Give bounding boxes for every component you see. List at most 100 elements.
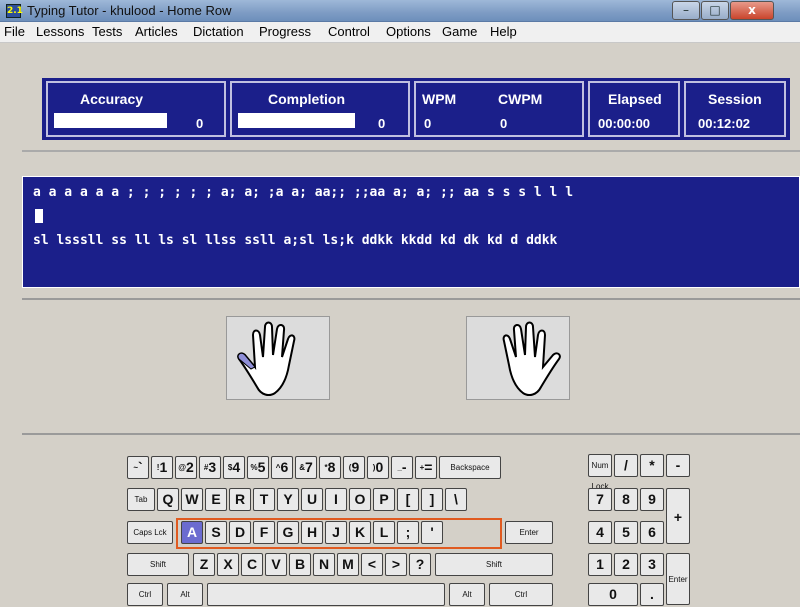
key-label: 0: [375, 459, 384, 475]
key-num-row[interactable]: &7: [295, 456, 317, 479]
elapsed-label: Elapsed: [608, 91, 662, 107]
key-spacebar[interactable]: [207, 583, 445, 606]
key-period[interactable]: >: [385, 553, 407, 576]
key-num-row[interactable]: !1: [151, 456, 173, 479]
menu-lessons[interactable]: Lessons: [36, 24, 84, 39]
key-num-row[interactable]: %5: [247, 456, 269, 479]
key-backslash[interactable]: \: [445, 488, 467, 511]
menu-dictation[interactable]: Dictation: [193, 24, 244, 39]
key-num-decimal[interactable]: .: [640, 583, 664, 606]
key-num-row[interactable]: (9: [343, 456, 365, 479]
completion-bar: [238, 113, 355, 128]
key-tab[interactable]: Tab: [127, 488, 155, 511]
key-num-divide[interactable]: /: [614, 454, 638, 477]
menu-progress[interactable]: Progress: [259, 24, 311, 39]
key-num-2[interactable]: 2: [614, 553, 638, 576]
key-num-row[interactable]: *8: [319, 456, 341, 479]
key-num-row[interactable]: @2: [175, 456, 197, 479]
key-label: 2: [186, 459, 194, 475]
key-label: 8: [327, 459, 336, 475]
minimize-button[interactable]: –: [672, 1, 700, 20]
key-right-alt[interactable]: Alt: [449, 583, 485, 606]
menu-game[interactable]: Game: [442, 24, 477, 39]
key-b[interactable]: B: [289, 553, 311, 576]
key-p[interactable]: P: [373, 488, 395, 511]
key-label: =: [424, 459, 433, 475]
key-num-9[interactable]: 9: [640, 488, 664, 511]
window-title: Typing Tutor - khulood - Home Row: [27, 3, 232, 18]
key-left-bracket[interactable]: [: [397, 488, 419, 511]
menu-help[interactable]: Help: [490, 24, 517, 39]
key-num-row[interactable]: )0: [367, 456, 389, 479]
key-num-3[interactable]: 3: [640, 553, 664, 576]
key-left-ctrl[interactable]: Ctrl: [127, 583, 163, 606]
key-r[interactable]: R: [229, 488, 251, 511]
key-i[interactable]: I: [325, 488, 347, 511]
key-num-8[interactable]: 8: [614, 488, 638, 511]
key-left-shift[interactable]: Shift: [127, 553, 189, 576]
elapsed-box: Elapsed 00:00:00: [588, 81, 680, 137]
menu-tests[interactable]: Tests: [92, 24, 122, 39]
stats-panel: Accuracy 0 Completion 0 WPM 0 CWPM 0 Ela…: [42, 78, 790, 140]
key-num-4[interactable]: 4: [588, 521, 612, 544]
key-num-row[interactable]: ^6: [271, 456, 293, 479]
key-num-row[interactable]: _-: [391, 456, 413, 479]
key-x[interactable]: X: [217, 553, 239, 576]
key-right-bracket[interactable]: ]: [421, 488, 443, 511]
key-num-7[interactable]: 7: [588, 488, 612, 511]
key-v[interactable]: V: [265, 553, 287, 576]
menu-options[interactable]: Options: [386, 24, 431, 39]
key-num-0[interactable]: 0: [588, 583, 638, 606]
key-w[interactable]: W: [181, 488, 203, 511]
key-num-row[interactable]: +=: [415, 456, 437, 479]
key-left-alt[interactable]: Alt: [167, 583, 203, 606]
close-button[interactable]: x: [730, 1, 774, 20]
key-num-1[interactable]: 1: [588, 553, 612, 576]
key-num-6[interactable]: 6: [640, 521, 664, 544]
key-num-lock[interactable]: Num Lock: [588, 454, 612, 491]
key-backspace[interactable]: Backspace: [439, 456, 501, 479]
key-enter[interactable]: Enter: [505, 521, 553, 544]
key-t[interactable]: T: [253, 488, 275, 511]
key-m[interactable]: M: [337, 553, 359, 576]
key-o[interactable]: O: [349, 488, 371, 511]
key-num-row[interactable]: #3: [199, 456, 221, 479]
maximize-button[interactable]: □: [701, 1, 729, 20]
key-q[interactable]: Q: [157, 488, 179, 511]
key-c[interactable]: C: [241, 553, 263, 576]
key-num-5[interactable]: 5: [614, 521, 638, 544]
menu-control[interactable]: Control: [328, 24, 370, 39]
key-num-enter[interactable]: Enter: [666, 553, 690, 605]
lesson-line-1: a a a a a a ; ; ; ; ; ; a; a; ;a a; aa;;…: [33, 185, 574, 200]
key-e[interactable]: E: [205, 488, 227, 511]
session-box: Session 00:12:02: [684, 81, 786, 137]
menu-file[interactable]: File: [4, 24, 25, 39]
key-num-plus[interactable]: +: [666, 488, 690, 544]
typing-panel[interactable]: a a a a a a ; ; ; ; ; ; a; a; ;a a; aa;;…: [22, 176, 800, 288]
completion-box: Completion 0: [230, 81, 410, 137]
key-slash[interactable]: ?: [409, 553, 431, 576]
key-num-row[interactable]: ~`: [127, 456, 149, 479]
key-shift-symbol: @: [178, 463, 186, 472]
accuracy-bar: [54, 113, 167, 128]
key-comma[interactable]: <: [361, 553, 383, 576]
menu-articles[interactable]: Articles: [135, 24, 178, 39]
accuracy-box: Accuracy 0: [46, 81, 226, 137]
key-n[interactable]: N: [313, 553, 335, 576]
menu-bar: File Lessons Tests Articles Dictation Pr…: [0, 22, 800, 43]
key-num-multiply[interactable]: *: [640, 454, 664, 477]
completion-value: 0: [378, 116, 386, 131]
key-label: 5: [257, 459, 266, 475]
key-label: 3: [208, 459, 217, 475]
key-u[interactable]: U: [301, 488, 323, 511]
left-hand-icon: [226, 316, 330, 400]
key-right-ctrl[interactable]: Ctrl: [489, 583, 553, 606]
key-y[interactable]: Y: [277, 488, 299, 511]
key-num-minus[interactable]: -: [666, 454, 690, 477]
text-cursor: [35, 209, 43, 223]
key-z[interactable]: Z: [193, 553, 215, 576]
key-label: 7: [304, 459, 313, 475]
key-caps-lock[interactable]: Caps Lck: [127, 521, 173, 544]
key-right-shift[interactable]: Shift: [435, 553, 553, 576]
key-num-row[interactable]: $4: [223, 456, 245, 479]
